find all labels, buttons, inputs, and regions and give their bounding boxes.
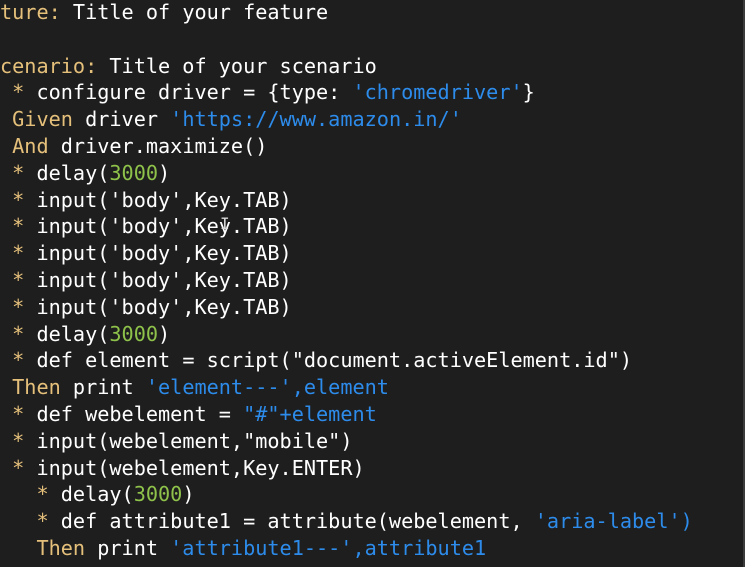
code-token: input(webelement,"mobile") <box>24 428 353 453</box>
code-token: * <box>0 214 25 239</box>
code-token: def attribute1 = attribute(webelement, <box>48 509 535 534</box>
code-token: "#"+element <box>243 402 377 426</box>
code-line-input-mobile[interactable]: * input(webelement,"mobile") <box>0 428 352 455</box>
code-token: ) <box>158 160 171 185</box>
code-line-def-webelement[interactable]: * def webelement = "#"+element <box>0 401 377 428</box>
code-token: input('body',Key.TAB) <box>24 241 292 266</box>
code-token: 3000 <box>109 160 159 185</box>
code-token: * <box>0 268 25 292</box>
code-token: * <box>0 187 25 212</box>
code-token: 'https://www.amazon.in/' <box>170 107 462 132</box>
code-line-input3[interactable]: * input('body',Key.TAB) <box>0 240 292 267</box>
code-line-def-attribute[interactable]: * def attribute1 = attribute(webelement,… <box>0 508 693 535</box>
code-line-input2[interactable]: * input('body',Key.TAB) <box>0 213 292 240</box>
code-token: print <box>60 375 146 400</box>
code-token: print <box>85 536 171 560</box>
code-token: * <box>0 348 25 373</box>
code-token: input('body',Key.TAB) <box>24 214 292 239</box>
code-token: delay( <box>24 321 110 346</box>
code-line-given[interactable]: Given driver 'https://www.amazon.in/' <box>0 106 462 133</box>
code-token: input('body',Key.TAB) <box>24 187 292 212</box>
code-token: ) <box>158 321 171 346</box>
code-token: ture: <box>0 0 61 24</box>
code-token: 'element---',element <box>145 375 389 400</box>
code-token: Title of your feature <box>60 0 329 24</box>
code-token: Title of your scenario <box>97 53 377 78</box>
code-line-input-enter[interactable]: * input(webelement,Key.ENTER) <box>0 455 365 482</box>
code-line-feature[interactable]: ture: Title of your feature <box>0 0 328 26</box>
code-token: ) <box>182 482 195 507</box>
code-line-input4[interactable]: * input('body',Key.TAB) <box>0 267 292 294</box>
code-token: * <box>0 321 25 346</box>
code-token: input('body',Key.TAB) <box>24 294 292 319</box>
code-token: Then <box>0 536 86 560</box>
code-token: * <box>0 509 49 534</box>
code-token: * <box>0 241 25 266</box>
code-editor[interactable]: ture: Title of your feature cenario: Titl… <box>0 0 745 567</box>
code-token: cenario: <box>0 53 98 78</box>
code-line-delay1[interactable]: * delay(3000) <box>0 160 170 187</box>
code-line-delay2[interactable]: * delay(3000) <box>0 321 170 348</box>
code-token: input(webelement,Key.ENTER) <box>24 455 365 480</box>
code-token: * <box>0 294 25 319</box>
code-token: Given <box>0 107 73 132</box>
code-token: } <box>522 80 535 105</box>
code-token: delay( <box>48 482 134 507</box>
code-line-configure[interactable]: * configure driver = {type: 'chromedrive… <box>0 79 535 106</box>
code-token: * <box>0 160 25 185</box>
code-line-def-element[interactable]: * def element = script("document.activeE… <box>0 347 632 374</box>
code-token: * <box>0 80 25 105</box>
code-token: def element = script("document.activeEle… <box>24 348 633 373</box>
code-token: * <box>0 455 25 480</box>
code-token: 3000 <box>109 321 159 346</box>
code-token: * <box>0 402 25 426</box>
code-token: Then <box>0 375 61 400</box>
code-line-then2[interactable]: Then print 'attribute1---',attribute1 <box>0 535 486 562</box>
code-token: delay( <box>24 160 110 185</box>
code-token: configure driver = {type: <box>24 80 353 105</box>
code-token: 'chromedriver' <box>352 80 523 105</box>
code-token: 'aria-label') <box>534 509 693 534</box>
code-token: 'attribute1---',attribute1 <box>170 536 487 560</box>
code-token: 3000 <box>133 482 183 507</box>
code-line-input1[interactable]: * input('body',Key.TAB) <box>0 187 292 214</box>
text-cursor-icon: I <box>220 214 230 233</box>
code-token: def webelement = <box>24 402 244 426</box>
code-token: * <box>0 482 49 507</box>
code-token: driver <box>72 107 171 132</box>
code-line-input5[interactable]: * input('body',Key.TAB) <box>0 294 292 321</box>
code-line-and[interactable]: And driver.maximize() <box>0 133 267 160</box>
code-token: driver.maximize() <box>48 134 268 158</box>
code-token: And <box>0 134 49 158</box>
code-line-then1[interactable]: Then print 'element---',element <box>0 374 389 401</box>
code-line-scenario[interactable]: cenario: Title of your scenario <box>0 53 377 80</box>
code-token: * <box>0 428 25 453</box>
code-token: input('body',Key.TAB) <box>24 268 292 292</box>
code-line-delay3[interactable]: * delay(3000) <box>0 481 194 508</box>
